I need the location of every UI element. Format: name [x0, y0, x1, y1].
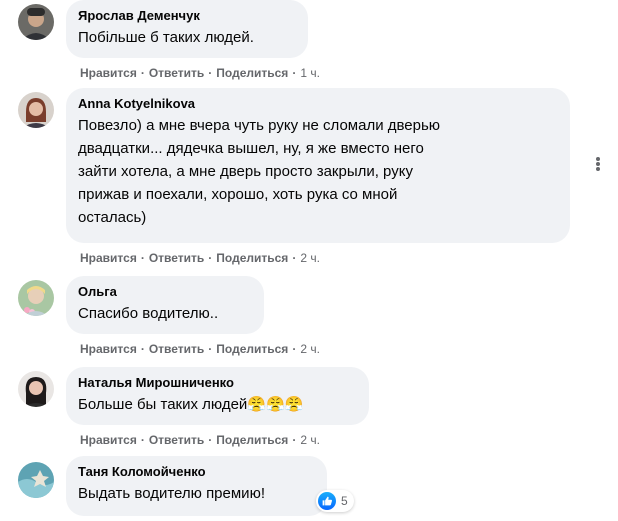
separator-dot: ·: [140, 342, 145, 356]
comment-text: Побільше б таких людей.: [78, 29, 254, 46]
separator-dot: ·: [208, 66, 213, 80]
avatar[interactable]: [18, 280, 54, 316]
separator-dot: ·: [208, 342, 213, 356]
more-options-icon[interactable]: [588, 156, 608, 176]
comment-text: Повезло) а мне вчера чуть руку не сломал…: [78, 117, 441, 226]
separator-dot: ·: [208, 433, 213, 447]
comment-author[interactable]: Anna Kotyelnikova: [78, 96, 558, 112]
comment-author[interactable]: Ольга: [78, 284, 252, 300]
comment-author[interactable]: Таня Коломойченко: [78, 464, 315, 480]
reaction-count: 5: [341, 494, 348, 508]
like-link[interactable]: Нравится: [80, 433, 137, 447]
comment-text: Больше бы таких людей😤😤😤: [78, 396, 304, 413]
comment-timestamp[interactable]: 2 ч.: [300, 433, 320, 447]
comment-timestamp[interactable]: 1 ч.: [300, 66, 320, 80]
avatar[interactable]: [18, 371, 54, 407]
comment-text: Спасибо водителю..: [78, 305, 219, 322]
comment-actions: Нравится · Ответить · Поделиться · 1 ч.: [80, 65, 320, 81]
comment-actions: Нравится · Ответить · Поделиться · 2 ч.: [80, 250, 320, 266]
avatar[interactable]: [18, 462, 54, 498]
separator-dot: ·: [140, 433, 145, 447]
reply-link[interactable]: Ответить: [149, 66, 204, 80]
separator-dot: ·: [292, 342, 297, 356]
comment-actions: Нравится · Ответить · Поделиться · 2 ч.: [80, 341, 320, 357]
comment-author[interactable]: Ярослав Деменчук: [78, 8, 296, 24]
comment-actions: Нравится · Ответить · Поделиться · 2 ч.: [80, 432, 320, 448]
like-icon: [318, 492, 336, 510]
separator-dot: ·: [140, 251, 145, 265]
like-link[interactable]: Нравится: [80, 66, 137, 80]
avatar[interactable]: [18, 92, 54, 128]
like-link[interactable]: Нравится: [80, 251, 137, 265]
comment-bubble: Ярослав Деменчук Побільше б таких людей.: [66, 0, 308, 58]
separator-dot: ·: [292, 433, 297, 447]
separator-dot: ·: [292, 251, 297, 265]
share-link[interactable]: Поделиться: [216, 433, 288, 447]
comment-author[interactable]: Наталья Мирошниченко: [78, 375, 357, 391]
comment-timestamp[interactable]: 2 ч.: [300, 251, 320, 265]
share-link[interactable]: Поделиться: [216, 66, 288, 80]
reaction-summary[interactable]: 5: [316, 490, 354, 512]
share-link[interactable]: Поделиться: [216, 342, 288, 356]
comment-text: Выдать водителю премию!: [78, 485, 265, 502]
separator-dot: ·: [208, 251, 213, 265]
comment-timestamp[interactable]: 2 ч.: [300, 342, 320, 356]
share-link[interactable]: Поделиться: [216, 251, 288, 265]
reply-link[interactable]: Ответить: [149, 433, 204, 447]
comment-bubble: Anna Kotyelnikova Повезло) а мне вчера ч…: [66, 88, 570, 243]
comment-bubble: Таня Коломойченко Выдать водителю премию…: [66, 456, 327, 516]
separator-dot: ·: [292, 66, 297, 80]
reply-link[interactable]: Ответить: [149, 251, 204, 265]
comment-bubble: Ольга Спасибо водителю..: [66, 276, 264, 334]
like-link[interactable]: Нравится: [80, 342, 137, 356]
separator-dot: ·: [140, 66, 145, 80]
comment-bubble: Наталья Мирошниченко Больше бы таких люд…: [66, 367, 369, 425]
reply-link[interactable]: Ответить: [149, 342, 204, 356]
avatar[interactable]: [18, 4, 54, 40]
